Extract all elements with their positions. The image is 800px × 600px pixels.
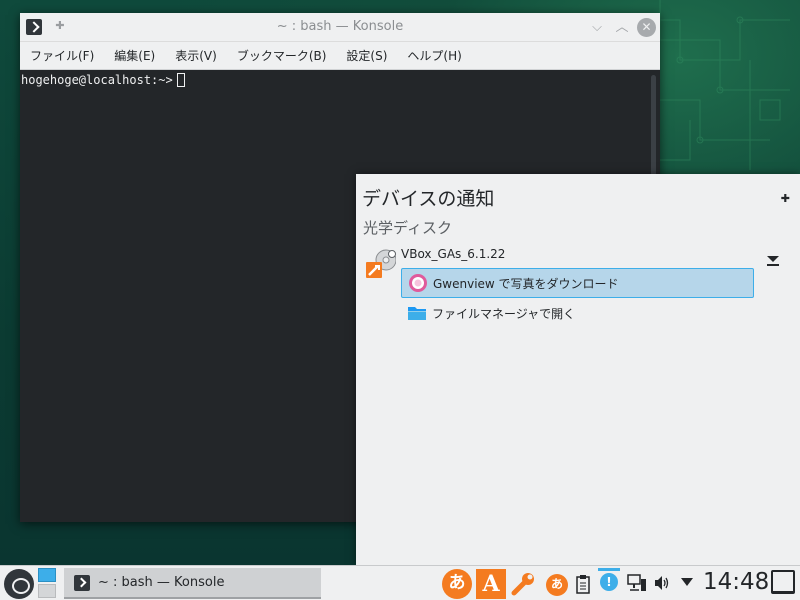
ime-tools-wrench-icon[interactable] <box>508 569 538 599</box>
prompt-line: hogehoge@localhost:~> <box>21 73 659 87</box>
menu-view[interactable]: 表示(V) <box>175 47 217 64</box>
action-label: Gwenview で写真をダウンロード <box>433 276 619 291</box>
task-label: ~ : bash — Konsole <box>98 575 225 590</box>
window-titlebar[interactable]: ✚ ~ : bash — Konsole ⌵ ︿ ✕ <box>20 13 660 42</box>
ime-hiragana-icon[interactable]: あ <box>442 569 472 599</box>
menubar: ファイル(F) 編集(E) 表示(V) ブックマーク(B) 設定(S) ヘルプ(… <box>20 42 660 70</box>
menu-help[interactable]: ヘルプ(H) <box>407 47 461 64</box>
volume-icon[interactable] <box>653 574 671 592</box>
desktop-2[interactable] <box>38 584 56 598</box>
network-icon[interactable] <box>627 573 647 593</box>
ime-mode-icon[interactable]: A <box>476 569 506 599</box>
terminal-cursor <box>176 73 185 87</box>
close-button[interactable]: ✕ <box>637 18 656 37</box>
updater-active-indicator <box>598 568 620 571</box>
desktop-1[interactable] <box>38 568 56 582</box>
software-updates-icon[interactable]: ! <box>600 573 618 591</box>
maximize-button[interactable]: ︿ <box>613 19 631 37</box>
eject-icon[interactable] <box>766 254 780 268</box>
konsole-task-icon <box>74 574 90 591</box>
optical-disc-icon[interactable] <box>364 248 396 280</box>
minimize-button[interactable]: ⌵ <box>588 19 606 37</box>
shell-prompt: hogehoge@localhost:~> <box>21 73 173 87</box>
digital-clock[interactable]: 14:48 <box>703 569 769 595</box>
folder-icon <box>408 307 426 320</box>
input-method-icon[interactable]: あ <box>546 574 568 596</box>
gwenview-icon <box>409 274 427 292</box>
device-notifier-popup: デバイスの通知 ✚ 光学ディスク VBox_GAs_6.1.22 Gwenvie… <box>356 174 800 565</box>
menu-settings[interactable]: 設定(S) <box>346 47 387 64</box>
system-tray-expand-icon[interactable] <box>681 577 693 587</box>
clipboard-icon[interactable] <box>576 574 590 594</box>
notifier-title: デバイスの通知 <box>362 188 495 210</box>
pin-icon[interactable]: ✚ <box>781 192 790 205</box>
action-open-file-manager[interactable]: ファイルマネージャで開く <box>401 298 754 328</box>
menu-file[interactable]: ファイル(F) <box>30 47 94 64</box>
taskbar-panel: ~ : bash — Konsole あ A あ ! 14:48 <box>0 565 800 600</box>
show-desktop-button[interactable] <box>771 570 795 594</box>
application-launcher-button[interactable] <box>4 569 34 599</box>
virtual-desktop-pager[interactable] <box>38 568 56 599</box>
window-title: ~ : bash — Konsole <box>276 19 404 34</box>
action-label: ファイルマネージャで開く <box>432 306 576 321</box>
menu-bookmarks[interactable]: ブックマーク(B) <box>237 47 327 64</box>
notifier-section-heading: 光学ディスク <box>363 219 452 237</box>
taskbar-task-konsole[interactable]: ~ : bash — Konsole <box>64 568 321 599</box>
action-gwenview-download[interactable]: Gwenview で写真をダウンロード <box>401 268 754 298</box>
device-name[interactable]: VBox_GAs_6.1.22 <box>401 247 505 261</box>
menu-edit[interactable]: 編集(E) <box>114 47 155 64</box>
